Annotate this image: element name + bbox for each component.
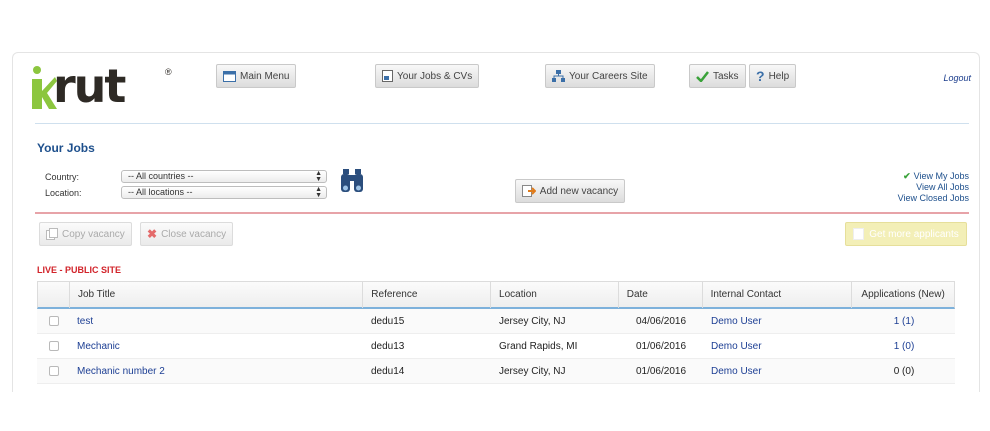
row-checkbox[interactable] xyxy=(49,316,59,326)
job-view-links: ✔ View My Jobs View All Jobs View Closed … xyxy=(898,171,969,204)
column-header-reference[interactable]: Reference xyxy=(363,282,492,308)
select-column-header xyxy=(38,282,70,308)
add-new-vacancy-button[interactable]: Add new vacancy xyxy=(515,179,625,203)
row-select-cell xyxy=(37,366,69,376)
help-button[interactable]: ? Help xyxy=(749,64,797,88)
reference-cell: dedu15 xyxy=(371,315,405,327)
country-select[interactable]: -- All countries -- ▲ ▼ xyxy=(121,170,327,183)
get-more-applicants-label: Get more applicants xyxy=(869,228,959,240)
column-header-job-title[interactable]: Job Title xyxy=(70,282,364,308)
copy-vacancy-label: Copy vacancy xyxy=(62,228,125,240)
column-header-date[interactable]: Date xyxy=(619,282,703,308)
internal-contact-link[interactable]: Demo User xyxy=(703,366,853,377)
careers-site-button[interactable]: Your Careers Site xyxy=(545,64,655,88)
jobs-table: Job Title Reference Location Date Intern… xyxy=(37,281,955,384)
window-icon xyxy=(223,70,236,82)
your-jobs-label: Your Jobs & CVs xyxy=(397,70,473,82)
reference-cell: dedu14 xyxy=(371,365,405,377)
internal-contact-link[interactable]: Demo User xyxy=(703,341,853,352)
table-row: test dedu15 Jersey City, NJ 04/06/2016 D… xyxy=(37,309,955,334)
applications-link[interactable]: 1 (1) xyxy=(853,316,955,327)
job-title-link[interactable]: Mechanic number 2 xyxy=(69,366,363,377)
document-icon xyxy=(382,70,393,82)
row-select-cell xyxy=(37,341,69,351)
column-header-location[interactable]: Location xyxy=(491,282,619,308)
add-document-icon xyxy=(521,185,536,197)
binoculars-icon[interactable] xyxy=(340,167,364,195)
main-menu-label: Main Menu xyxy=(240,70,290,82)
location-cell: Jersey City, NJ xyxy=(499,365,566,377)
reference-cell: dedu13 xyxy=(371,340,405,352)
applications-link[interactable]: 1 (0) xyxy=(853,341,955,352)
date-cell: 01/06/2016 xyxy=(635,365,687,377)
krut-logo[interactable]: rut ® xyxy=(29,59,172,113)
your-jobs-button[interactable]: Your Jobs & CVs xyxy=(375,64,480,88)
page-title: Your Jobs xyxy=(37,141,95,155)
question-icon: ? xyxy=(756,68,765,84)
header-divider xyxy=(35,123,969,124)
location-label: Location: xyxy=(45,188,82,198)
table-body: test dedu15 Jersey City, NJ 04/06/2016 D… xyxy=(37,309,955,384)
location-select[interactable]: -- All locations -- ▲ ▼ xyxy=(121,186,327,199)
location-select-value: -- All locations -- xyxy=(128,187,193,197)
close-vacancy-button[interactable]: ✖ Close vacancy xyxy=(140,222,234,246)
filters-divider xyxy=(35,212,969,214)
table-header: Job Title Reference Location Date Intern… xyxy=(37,281,955,309)
tasks-button[interactable]: Tasks xyxy=(689,64,746,88)
view-closed-jobs-link[interactable]: View Closed Jobs xyxy=(898,193,969,204)
logo-text: rut xyxy=(53,59,126,113)
internal-contact-link[interactable]: Demo User xyxy=(703,316,853,327)
select-arrows-icon: ▲ ▼ xyxy=(315,170,322,183)
date-cell: 04/06/2016 xyxy=(635,315,687,327)
view-my-jobs-link[interactable]: ✔ View My Jobs xyxy=(898,171,969,182)
careers-site-label: Your Careers Site xyxy=(569,70,648,82)
table-row: Mechanic dedu13 Grand Rapids, MI 01/06/2… xyxy=(37,334,955,359)
job-title-link[interactable]: Mechanic xyxy=(69,341,363,352)
tasks-label: Tasks xyxy=(713,70,739,82)
close-icon: ✖ xyxy=(147,227,158,241)
sitemap-icon xyxy=(552,70,565,82)
add-new-vacancy-label: Add new vacancy xyxy=(539,185,619,197)
location-cell: Grand Rapids, MI xyxy=(499,340,578,352)
logout-link[interactable]: Logout xyxy=(943,73,971,83)
get-more-applicants-button[interactable]: Get more applicants xyxy=(845,222,967,246)
close-vacancy-label: Close vacancy xyxy=(161,228,227,240)
column-header-internal-contact[interactable]: Internal Contact xyxy=(703,282,853,308)
copy-icon xyxy=(46,228,58,240)
live-public-site-label: LIVE - PUBLIC SITE xyxy=(37,265,122,275)
column-header-applications[interactable]: Applications (New) xyxy=(852,282,954,308)
date-cell: 01/06/2016 xyxy=(635,340,687,352)
location-cell: Jersey City, NJ xyxy=(499,315,566,327)
help-label: Help xyxy=(768,70,790,82)
country-select-value: -- All countries -- xyxy=(128,171,194,181)
applications-cell: 0 (0) xyxy=(893,365,915,377)
app-window: rut ® Main Menu Your Jobs & CVs Your Car… xyxy=(12,52,980,392)
table-row: Mechanic number 2 dedu14 Jersey City, NJ… xyxy=(37,359,955,384)
row-select-cell xyxy=(37,316,69,326)
logo-registered: ® xyxy=(165,67,172,77)
checkmark-icon: ✔ xyxy=(903,171,911,181)
job-title-link[interactable]: test xyxy=(69,316,363,327)
main-menu-button[interactable]: Main Menu xyxy=(216,64,297,88)
row-checkbox[interactable] xyxy=(49,341,59,351)
applicants-icon xyxy=(853,228,865,240)
checkmark-icon xyxy=(696,70,709,82)
country-label: Country: xyxy=(45,172,80,182)
view-my-jobs-label: View My Jobs xyxy=(913,171,969,181)
select-arrows-icon: ▲ ▼ xyxy=(315,186,322,199)
view-all-jobs-link[interactable]: View All Jobs xyxy=(898,182,969,193)
copy-vacancy-button[interactable]: Copy vacancy xyxy=(39,222,132,246)
row-checkbox[interactable] xyxy=(49,366,59,376)
